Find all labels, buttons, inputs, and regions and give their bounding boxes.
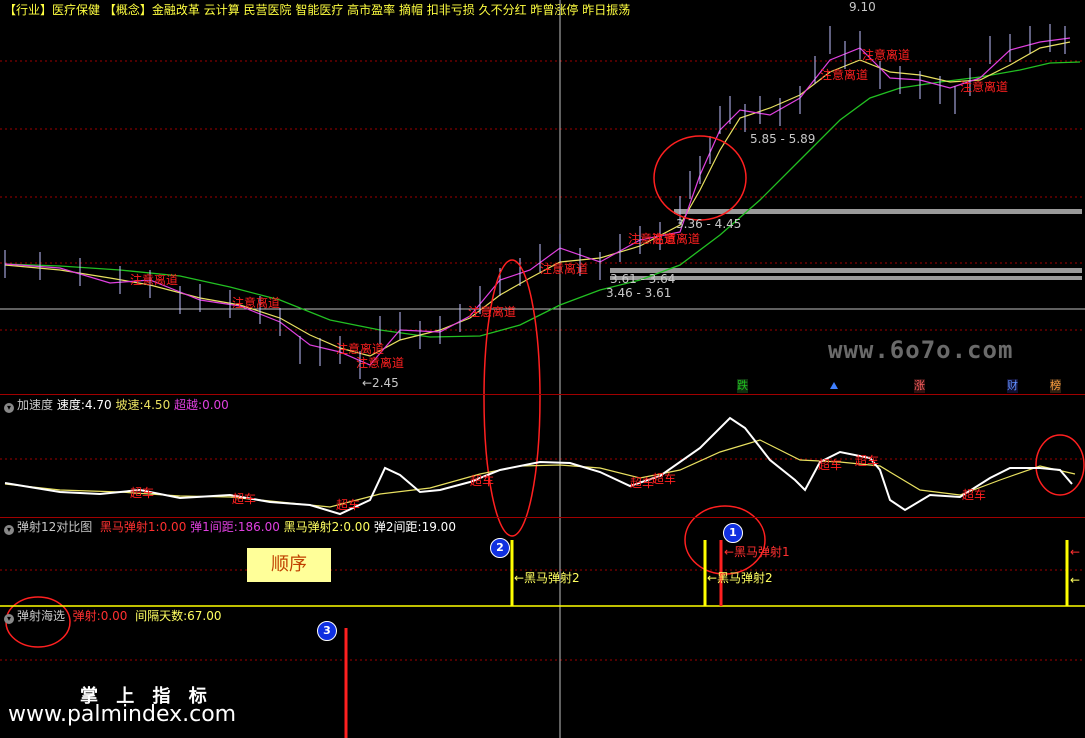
gap2-value: 19.00 bbox=[421, 520, 456, 534]
marker-zhang[interactable]: 涨 bbox=[914, 379, 925, 393]
signal-label-main: 注意离道 bbox=[232, 296, 281, 310]
accel-pane-title[interactable]: 加速度 bbox=[17, 398, 53, 412]
zone-label-4: 3.46 - 3.61 bbox=[606, 286, 672, 300]
pane-separator-1[interactable] bbox=[0, 394, 1085, 395]
speed-value: 4.70 bbox=[84, 398, 112, 412]
highlight-ellipse-vertical bbox=[483, 259, 541, 537]
signal-label-main: 注意离道 bbox=[540, 262, 589, 276]
order-annotation: 顺序 bbox=[247, 548, 331, 582]
eject-edge-mark-2: ← bbox=[1070, 573, 1081, 587]
eject1-annotation: ←黑马弹射1 bbox=[724, 545, 790, 559]
highlight-circle-accel bbox=[1035, 434, 1085, 496]
kline-chart[interactable] bbox=[0, 0, 1085, 738]
signal-label-accel: 超车 bbox=[336, 498, 361, 512]
price-high-label: 9.10 bbox=[849, 0, 876, 14]
badge-1: 1 bbox=[723, 523, 743, 543]
days-value: 67.00 bbox=[187, 609, 222, 623]
eject-pane-title[interactable]: 弹射12对比图 bbox=[17, 520, 92, 534]
eject-value: 0.00 bbox=[100, 609, 128, 623]
gap1-label: 弹1间距: bbox=[190, 520, 238, 534]
overtake-value: 0.00 bbox=[202, 398, 229, 412]
signal-label-accel: 超车 bbox=[855, 454, 880, 468]
eject-edge-mark-1: ← bbox=[1070, 545, 1081, 559]
signal-label-accel: 超车 bbox=[470, 474, 495, 488]
watermark-6o7o: www.6o7o.com bbox=[828, 336, 1014, 364]
eject-label: 弹射: bbox=[72, 609, 101, 623]
speed-label: 速度: bbox=[56, 398, 85, 412]
days-label: 间隔天数: bbox=[135, 609, 188, 623]
overtake-label: 超越: bbox=[174, 398, 203, 412]
price-low-label: ←2.45 bbox=[362, 376, 399, 390]
signal-label-accel: 超车 bbox=[818, 458, 843, 472]
triangle-up-icon[interactable] bbox=[830, 382, 838, 389]
marker-bang[interactable]: 榜 bbox=[1050, 379, 1061, 393]
signal-label-main: 注意离道 bbox=[336, 342, 385, 356]
badge-2: 2 bbox=[490, 538, 510, 558]
collapse-toggle-icon[interactable]: ▾ bbox=[4, 403, 14, 413]
slope-value: 4.50 bbox=[143, 398, 171, 412]
signal-label-main: 注意离道 bbox=[820, 68, 869, 82]
eject2-annotation-a: ←黑马弹射2 bbox=[514, 571, 580, 585]
signal-label-accel: 超车 bbox=[232, 492, 257, 506]
marker-die[interactable]: 跌 bbox=[737, 379, 748, 393]
gap1-value: 186.00 bbox=[237, 520, 280, 534]
support-band-3 bbox=[610, 276, 1082, 280]
signal-label-accel: 超车 bbox=[630, 476, 655, 490]
accel-pane-header: ▾ 加速度 速度:4.70 坡速:4.50 超越:0.00 bbox=[4, 398, 229, 413]
eject-bars bbox=[344, 540, 1069, 738]
signal-label-main: 注意离道 bbox=[960, 80, 1009, 94]
signal-label-main: 注意离道 bbox=[862, 48, 911, 62]
signal-label-main: 注意离道 bbox=[468, 305, 517, 319]
h2-label: 黑马弹射2: bbox=[283, 520, 344, 534]
collapse-toggle-icon[interactable]: ▾ bbox=[4, 525, 14, 535]
support-band-1 bbox=[674, 209, 1082, 214]
h1-label: 黑马弹射1: bbox=[99, 520, 160, 534]
pane-separator-2[interactable] bbox=[0, 517, 1085, 518]
signal-label-accel: 超车 bbox=[962, 488, 987, 502]
sea-pane-header: ▾ 弹射海选 弹射:0.00 间隔天数:67.00 bbox=[4, 609, 221, 624]
slope-label: 坡速: bbox=[115, 398, 144, 412]
ma-long-line bbox=[4, 61, 1081, 338]
eject2-annotation-b: ←黑马弹射2 bbox=[707, 571, 773, 585]
gap2-label: 弹2间距: bbox=[373, 520, 422, 534]
candlesticks bbox=[4, 24, 1066, 379]
brand-url: www.palmindex.com bbox=[8, 702, 237, 727]
marker-cai[interactable]: 财 bbox=[1007, 379, 1018, 393]
zone-label-1: 5.85 - 5.89 bbox=[750, 132, 816, 146]
collapse-toggle-icon[interactable]: ▾ bbox=[4, 614, 14, 624]
signal-label-accel: 超车 bbox=[130, 486, 155, 500]
sea-pane-title[interactable]: 弹射海选 bbox=[17, 609, 65, 623]
signal-label-main: 注意离道 bbox=[130, 273, 179, 287]
eject-pane-header: ▾ 弹射12对比图 黑马弹射1:0.00 弹1间距:186.00 黑马弹射2:0.… bbox=[4, 520, 456, 535]
badge-3: 3 bbox=[317, 621, 337, 641]
support-band-2 bbox=[610, 268, 1082, 273]
accel-yellow-line bbox=[4, 439, 1076, 508]
signal-label-main: 注意离道 bbox=[356, 356, 405, 370]
zone-label-3: 3.61 - 3.64 bbox=[610, 272, 676, 286]
h1-value: 0.00 bbox=[159, 520, 187, 534]
signal-label-main: 注意离道 bbox=[652, 232, 701, 246]
h2-value: 0.00 bbox=[343, 520, 371, 534]
signal-label-accel: 超车 bbox=[652, 472, 677, 486]
zone-label-2: 3.36 - 4.45 bbox=[676, 217, 742, 231]
